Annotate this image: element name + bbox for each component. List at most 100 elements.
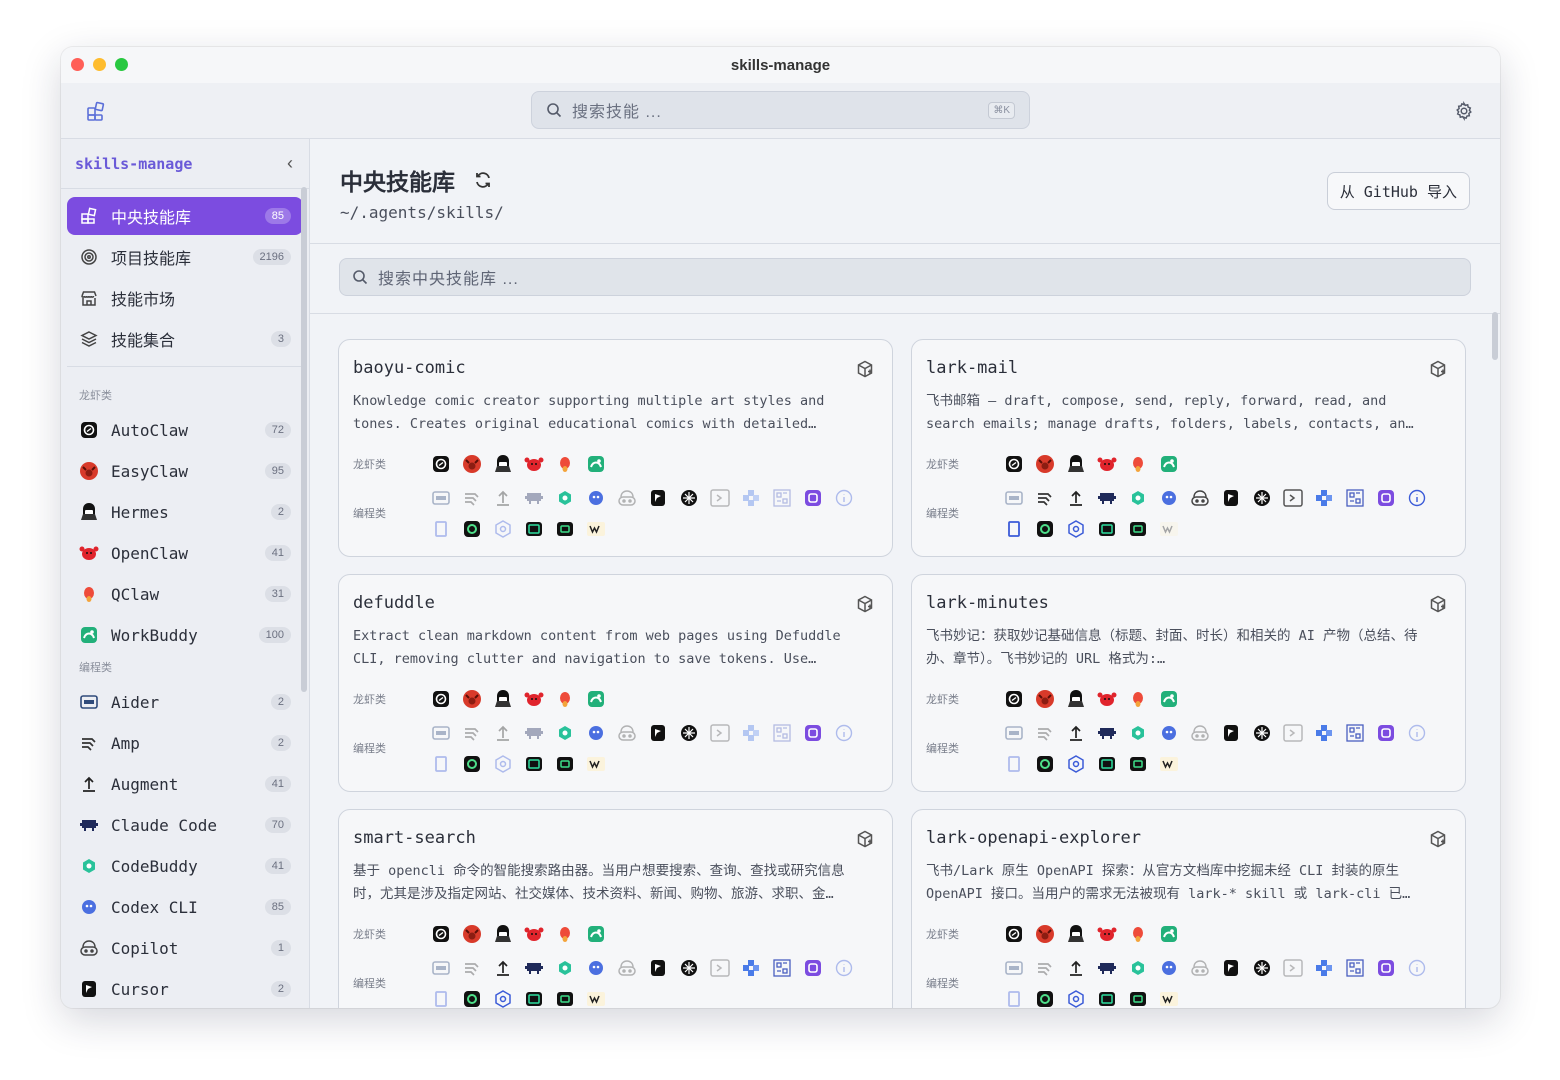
square-icon[interactable] [431, 989, 451, 1008]
autoclaw-icon[interactable] [431, 924, 451, 944]
info-circle-icon[interactable] [834, 723, 854, 743]
terminal-icon[interactable] [1283, 958, 1303, 978]
autoclaw-icon[interactable] [431, 689, 451, 709]
qr-box-icon[interactable] [772, 723, 792, 743]
terminal-icon[interactable] [710, 488, 730, 508]
codex-cli-icon[interactable] [1159, 723, 1179, 743]
sidebar-item-copilot[interactable]: Copilot 1 [67, 929, 303, 967]
workbuddy-icon[interactable] [1159, 689, 1179, 709]
gemini-icon[interactable] [1252, 958, 1272, 978]
workbuddy-icon[interactable] [586, 924, 606, 944]
hermes-icon[interactable] [1066, 689, 1086, 709]
junie-icon[interactable] [555, 754, 575, 774]
refresh-icon[interactable] [473, 170, 493, 190]
trae-icon[interactable] [493, 754, 513, 774]
sidebar-item-codebuddy[interactable]: CodeBuddy 41 [67, 847, 303, 885]
sidebar-item-openclaw[interactable]: OpenClaw 41 [67, 534, 303, 572]
library-search-input[interactable]: 搜索中央技能库 ... [339, 258, 1471, 296]
sidebar-item-augment[interactable]: Augment 41 [67, 765, 303, 803]
skill-card[interactable]: defuddle Extract clean markdown content f… [338, 574, 893, 792]
warp-icon[interactable] [586, 754, 606, 774]
openclaw-icon[interactable] [1097, 689, 1117, 709]
square-icon[interactable] [1004, 754, 1024, 774]
qoder-icon[interactable] [462, 989, 482, 1008]
claude-code-icon[interactable] [1097, 958, 1117, 978]
gemini-icon[interactable] [679, 488, 699, 508]
info-circle-icon[interactable] [834, 488, 854, 508]
codebuddy-icon[interactable] [1128, 958, 1148, 978]
augment-icon[interactable] [493, 958, 513, 978]
close-window-button[interactable] [71, 58, 84, 71]
opencode-icon[interactable] [803, 488, 823, 508]
qoder-icon[interactable] [462, 754, 482, 774]
minimize-window-button[interactable] [93, 58, 106, 71]
sidebar-item-collections[interactable]: 技能集合 3 [67, 320, 303, 358]
qclaw-icon[interactable] [555, 689, 575, 709]
warp-icon[interactable] [1159, 989, 1179, 1008]
chevron-left-icon[interactable]: ‹ [287, 153, 293, 174]
hermes-icon[interactable] [1066, 924, 1086, 944]
qr-box-icon[interactable] [1345, 488, 1365, 508]
hermes-icon[interactable] [493, 924, 513, 944]
amp-icon[interactable] [462, 723, 482, 743]
hermes-icon[interactable] [1066, 454, 1086, 474]
info-circle-icon[interactable] [1407, 958, 1427, 978]
aider-icon[interactable] [431, 488, 451, 508]
kiro-icon[interactable] [1314, 958, 1334, 978]
terminal-icon[interactable] [710, 723, 730, 743]
codex-cli-icon[interactable] [1159, 488, 1179, 508]
qoder-icon[interactable] [1035, 519, 1055, 539]
claude-code-icon[interactable] [1097, 723, 1117, 743]
info-circle-icon[interactable] [834, 958, 854, 978]
warp-icon[interactable] [1159, 754, 1179, 774]
copilot-icon[interactable] [617, 958, 637, 978]
copilot-icon[interactable] [1190, 958, 1210, 978]
opencode-icon[interactable] [1376, 723, 1396, 743]
junie-icon[interactable] [1128, 519, 1148, 539]
openclaw-icon[interactable] [524, 924, 544, 944]
easyclaw-icon[interactable] [1035, 924, 1055, 944]
skill-card[interactable]: lark-minutes 飞书妙记：获取妙记基础信息（标题、封面、时长）和相关的 … [911, 574, 1466, 792]
openclaw-icon[interactable] [1097, 924, 1117, 944]
aider-icon[interactable] [1004, 958, 1024, 978]
info-circle-icon[interactable] [1407, 488, 1427, 508]
qr-box-icon[interactable] [1345, 958, 1365, 978]
windsurf-icon[interactable] [1097, 754, 1117, 774]
amp-icon[interactable] [462, 488, 482, 508]
gemini-icon[interactable] [679, 958, 699, 978]
codebuddy-icon[interactable] [555, 488, 575, 508]
cursor-icon[interactable] [1221, 488, 1241, 508]
amp-icon[interactable] [1035, 488, 1055, 508]
cursor-icon[interactable] [648, 723, 668, 743]
qr-box-icon[interactable] [772, 958, 792, 978]
grid-icon[interactable] [85, 100, 107, 122]
workbuddy-icon[interactable] [1159, 454, 1179, 474]
codex-cli-icon[interactable] [1159, 958, 1179, 978]
windsurf-icon[interactable] [524, 519, 544, 539]
package-icon[interactable] [856, 830, 874, 853]
workbuddy-icon[interactable] [1159, 924, 1179, 944]
kiro-icon[interactable] [741, 958, 761, 978]
hermes-icon[interactable] [493, 689, 513, 709]
workbuddy-icon[interactable] [586, 689, 606, 709]
amp-icon[interactable] [1035, 723, 1055, 743]
sidebar-item-marketplace[interactable]: 技能市场 [67, 279, 303, 317]
autoclaw-icon[interactable] [1004, 689, 1024, 709]
easyclaw-icon[interactable] [462, 924, 482, 944]
claude-code-icon[interactable] [524, 958, 544, 978]
opencode-icon[interactable] [803, 723, 823, 743]
square-icon[interactable] [431, 519, 451, 539]
sidebar-item-aider[interactable]: Aider 2 [67, 683, 303, 721]
aider-icon[interactable] [1004, 488, 1024, 508]
junie-icon[interactable] [555, 519, 575, 539]
gemini-icon[interactable] [1252, 723, 1272, 743]
easyclaw-icon[interactable] [1035, 454, 1055, 474]
trae-icon[interactable] [1066, 754, 1086, 774]
terminal-icon[interactable] [1283, 488, 1303, 508]
qclaw-icon[interactable] [555, 454, 575, 474]
sidebar-scrollbar[interactable] [301, 187, 307, 692]
cursor-icon[interactable] [648, 958, 668, 978]
easyclaw-icon[interactable] [462, 454, 482, 474]
windsurf-icon[interactable] [1097, 519, 1117, 539]
qr-box-icon[interactable] [1345, 723, 1365, 743]
